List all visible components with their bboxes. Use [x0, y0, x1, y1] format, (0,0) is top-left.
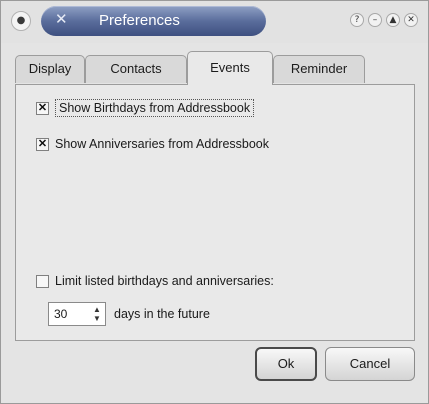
events-panel: ✕ Show Birthdays from Addressbook ✕ Show… [15, 84, 415, 341]
preferences-window: ● ✕ Preferences ? – ▲ ✕ Display Contacts… [0, 0, 429, 404]
days-row: 30 ▲ ▼ days in the future [48, 302, 210, 326]
tab-display-label: Display [28, 61, 72, 76]
show-birthdays-option[interactable]: ✕ Show Birthdays from Addressbook [36, 99, 255, 117]
title-bar[interactable]: ● ✕ Preferences ? – ▲ ✕ [1, 1, 428, 43]
window-menu-icon[interactable]: ● [11, 11, 31, 31]
tab-contacts[interactable]: Contacts [85, 55, 187, 83]
days-spinbox[interactable]: 30 ▲ ▼ [48, 302, 106, 326]
minimize-icon[interactable]: – [368, 13, 382, 27]
show-anniversaries-label: Show Anniversaries from Addressbook [55, 137, 269, 151]
show-anniversaries-option[interactable]: ✕ Show Anniversaries from Addressbook [36, 137, 269, 151]
limit-label: Limit listed birthdays and anniversaries… [55, 274, 274, 288]
tab-events-label: Events [210, 60, 250, 75]
days-value: 30 [54, 307, 68, 321]
tab-events[interactable]: Events [187, 51, 273, 85]
help-icon[interactable]: ? [350, 13, 364, 27]
ok-button-label: Ok [277, 356, 295, 371]
close-icon[interactable]: ✕ [404, 13, 418, 27]
maximize-icon[interactable]: ▲ [386, 13, 400, 27]
show-birthdays-checkbox[interactable]: ✕ [36, 101, 49, 115]
cancel-button[interactable]: Cancel [325, 347, 415, 381]
window-controls: ? – ▲ ✕ [350, 13, 418, 27]
cancel-button-label: Cancel [349, 356, 391, 371]
window-title: Preferences [99, 12, 180, 29]
tab-contacts-label: Contacts [110, 61, 162, 76]
limit-option[interactable]: Limit listed birthdays and anniversaries… [36, 274, 274, 288]
show-birthdays-label: Show Birthdays from Addressbook [55, 99, 255, 117]
days-suffix-label: days in the future [114, 307, 210, 321]
tab-reminder[interactable]: Reminder [273, 55, 365, 83]
show-anniversaries-checkbox[interactable]: ✕ [36, 137, 49, 151]
tab-display[interactable]: Display [15, 55, 85, 83]
tab-reminder-label: Reminder [290, 61, 348, 76]
title-pill[interactable]: ✕ Preferences [41, 6, 266, 36]
ok-button[interactable]: Ok [255, 347, 317, 381]
spin-arrows-icon[interactable]: ▲ ▼ [91, 305, 103, 323]
limit-checkbox[interactable] [36, 274, 49, 288]
app-x-icon: ✕ [55, 10, 68, 28]
